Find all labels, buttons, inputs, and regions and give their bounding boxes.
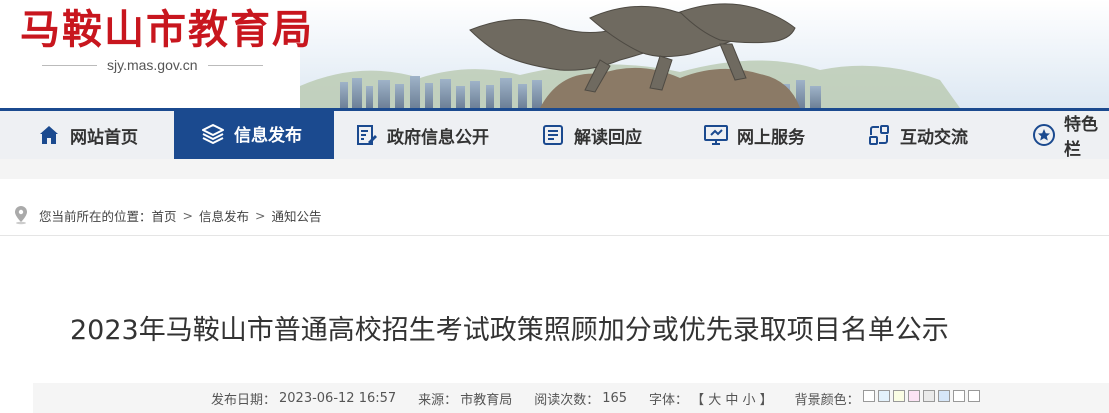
nav-item-label: 网上服务 (737, 127, 805, 148)
nav-item-news[interactable]: 信息发布 (174, 108, 334, 159)
divider (207, 64, 263, 66)
breadcrumb-prefix: 您当前所在的位置： (39, 208, 152, 224)
background-color-swatch[interactable] (877, 390, 890, 402)
nav-item-online-service[interactable]: 网上服务 (703, 111, 805, 159)
background-color-label: 背景颜色： (794, 392, 860, 408)
layers-icon (200, 121, 226, 147)
divider (42, 64, 97, 66)
background-color-swatches (862, 390, 983, 406)
section-spacer (0, 159, 1109, 179)
breadcrumb-link-home[interactable]: 首页 (152, 206, 177, 225)
nav-item-label: 政府信息公开 (387, 127, 489, 148)
interaction-icon (866, 122, 892, 148)
publish-date: 2023-06-12 16:57 (279, 390, 397, 406)
location-pin-icon (15, 206, 27, 225)
background-color-swatch[interactable] (967, 390, 980, 402)
breadcrumb-link-notices[interactable]: 通知公告 (272, 206, 322, 225)
font-size-label: 字体： (649, 392, 689, 408)
header-banner: 马鞍山市教育局 sjy.mas.gov.cn (0, 0, 1109, 108)
background-color-swatch[interactable] (937, 390, 950, 402)
source: 市教育局 (460, 392, 513, 408)
document-edit-icon (353, 122, 379, 148)
breadcrumb-separator: > (255, 207, 266, 223)
background-color-swatch[interactable] (862, 390, 875, 402)
nav-item-interaction[interactable]: 互动交流 (866, 111, 968, 159)
nav-item-label: 信息发布 (234, 126, 302, 146)
background-color-swatch[interactable] (892, 390, 905, 402)
breadcrumb-link-news[interactable]: 信息发布 (199, 206, 249, 225)
nav-item-featured[interactable]: 特色栏 (1032, 111, 1109, 160)
breadcrumb-separator: > (182, 207, 194, 223)
nav-item-home[interactable]: 网站首页 (36, 111, 138, 159)
home-icon (36, 122, 62, 148)
list-doc-icon (540, 122, 566, 148)
background-color-swatch[interactable] (907, 390, 920, 402)
divider (0, 235, 1109, 236)
monitor-icon (703, 122, 729, 148)
background-color-swatch[interactable] (922, 390, 935, 402)
nav-item-label: 网站首页 (70, 127, 138, 148)
views-count: 165 (602, 390, 628, 406)
nav-item-label: 解读回应 (574, 127, 642, 148)
nav-item-label: 特色栏 (1064, 115, 1098, 160)
site-url-row: sjy.mas.gov.cn (42, 55, 292, 75)
font-size-options[interactable]: 【 大 中 小 】 (691, 389, 773, 408)
breadcrumb: 您当前所在的位置： 首页 > 信息发布 > 通知公告 (0, 195, 1109, 235)
article-title: 2023年马鞍山市普通高校招生考试政策照顾加分或优先录取项目名单公示 (70, 315, 949, 346)
views-label: 阅读次数： (534, 392, 600, 408)
source-label: 来源： (418, 392, 458, 408)
site-name: 马鞍山市教育局 (20, 7, 314, 53)
nav-item-label: 互动交流 (900, 127, 968, 148)
site-url[interactable]: sjy.mas.gov.cn (107, 57, 198, 73)
publish-date-label: 发布日期： (211, 392, 277, 408)
nav-item-gov-info[interactable]: 政府信息公开 (353, 111, 489, 159)
article-meta: 发布日期： 2023-06-12 16:57 来源： 市教育局 阅读次数： 16… (33, 383, 1109, 413)
nav-item-interpretation[interactable]: 解读回应 (540, 111, 642, 159)
background-color-swatch[interactable] (952, 390, 965, 402)
main-nav: 网站首页 信息发布 政府信息公开 解读回应 网上服务 互动交流 特色栏 (0, 108, 1109, 160)
star-circle-icon (1032, 122, 1056, 148)
